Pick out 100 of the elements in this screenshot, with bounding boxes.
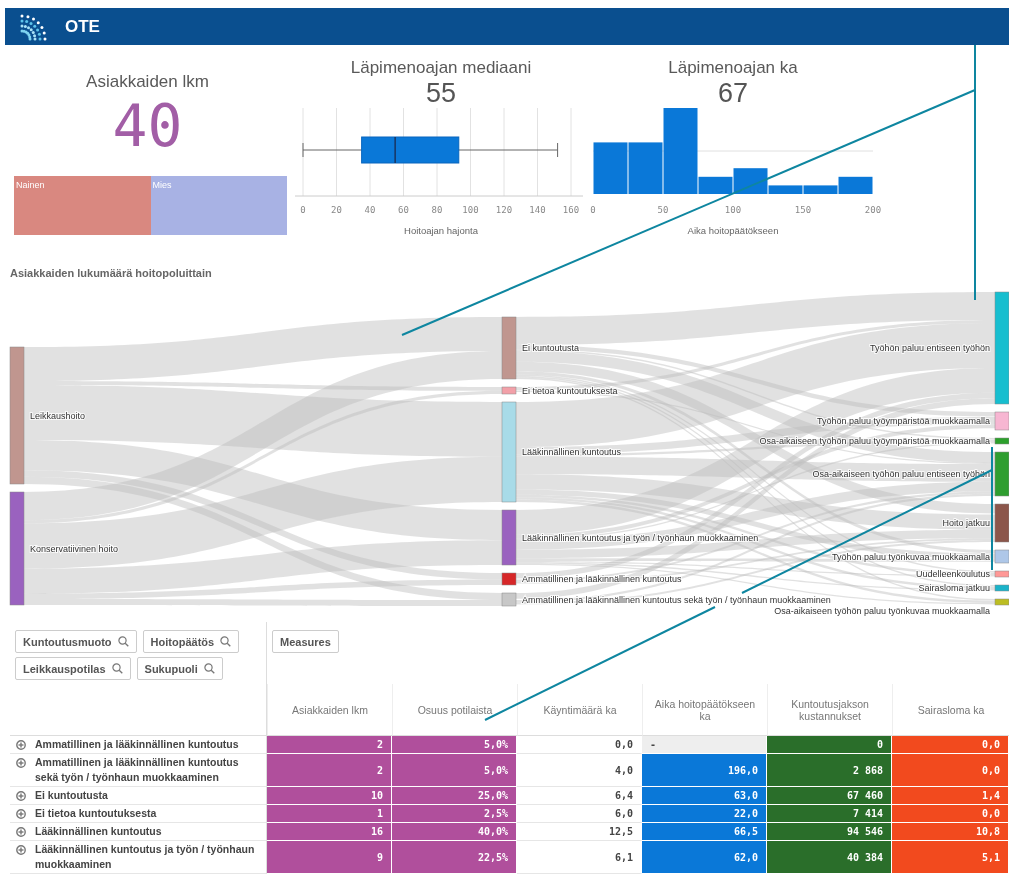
table-cell: 94 546 [767, 823, 892, 841]
node-label: Hoito jatkuu [942, 518, 990, 528]
table-cell: 5,0% [392, 736, 517, 754]
kpi-value: 40 [112, 94, 183, 158]
row-header[interactable]: Ammatillinen ja lääkinnällinen kuntoutus sekä työn / työnhaun muokkaaminen [10, 754, 267, 787]
flow-node[interactable] [501, 592, 517, 607]
table-cell: - [642, 736, 767, 754]
search-icon [111, 663, 123, 674]
node-label: Ei tietoa kuntoutuksesta [522, 385, 618, 396]
tick-label: 0 [300, 205, 306, 215]
tick-label: 140 [529, 205, 546, 215]
column-header[interactable]: Käyntimäärä ka [517, 684, 642, 736]
panel-value: 67 [717, 78, 748, 108]
table-cell: 1,4 [892, 787, 1009, 805]
tick-label: 60 [398, 205, 409, 215]
table-cell: 16 [267, 823, 392, 841]
node-label: Lääkinnällinen kuntoutus ja työn / työnhaun muokkaaminen [522, 532, 759, 543]
tick-label: 40 [364, 205, 376, 215]
flow-node[interactable] [501, 401, 517, 503]
kpi-title: Asiakkaiden lkm [86, 72, 209, 92]
table-cell: 2 [267, 736, 392, 754]
table-cell: 2,5% [392, 805, 517, 823]
flow-node[interactable] [994, 291, 1009, 405]
chart-title: Asiakkaiden lukumäärä hoitopoluittain [9, 266, 213, 281]
measures-button[interactable]: Measures [272, 630, 339, 653]
node-label: Työhön paluu työnkuvaa muokkaamalla [831, 551, 990, 562]
tick-label: 100 [724, 205, 742, 215]
panel-title: Läpimenoajan mediaani [350, 58, 532, 78]
node-label: Osa-aikaiseen työhön paluu työympäristöä muokkaamalla [759, 436, 990, 446]
search-icon [220, 636, 232, 647]
node-label: Ammatillinen ja lääkinnällinen kuntoutus sekä työn / työnhaun muokkaaminen [522, 594, 831, 605]
row-header[interactable]: Lääkinnällinen kuntoutus ja työn / työnhaun muokkaaminen [10, 841, 267, 874]
table-cell: 62,0 [642, 841, 767, 874]
flow-node[interactable] [9, 346, 25, 485]
table-cell: 196,0 [642, 754, 767, 787]
node-label: Työhön paluu entiseen työhön [869, 343, 990, 353]
table-cell: 40,0% [392, 823, 517, 841]
flow-node[interactable] [501, 572, 517, 586]
tick-label: 150 [794, 205, 812, 215]
flow-node[interactable] [994, 584, 1009, 592]
node-label: Konservatiivinen hoito [30, 543, 119, 554]
table-cell: 2 868 [767, 754, 892, 787]
table-cell: 22,5% [392, 841, 517, 874]
node-label: Osa-aikaiseen työhön paluu työnkuvaa muokkaamalla [774, 605, 990, 616]
tick-label: 100 [462, 205, 479, 215]
filter-button[interactable]: Hoitopäätös [142, 630, 240, 653]
table-cell: 67 460 [767, 787, 892, 805]
flow-node[interactable] [994, 570, 1009, 578]
flow-node[interactable] [501, 316, 517, 380]
flow-node[interactable] [994, 598, 1009, 606]
tick-label: 50 [657, 205, 669, 215]
app-title: OTE [65, 16, 100, 37]
node-label: Uudelleenkoulutus [915, 569, 990, 579]
expand-icon[interactable] [16, 740, 26, 750]
axis-title: Hoitoajan hajonta [404, 225, 478, 236]
node-label: Työhön paluu työympäristöä muokkaamalla [816, 416, 990, 426]
node-label: Ammatillinen ja lääkinnällinen kuntoutus [522, 574, 682, 584]
table-cell: 5,0% [392, 754, 517, 787]
flow-node[interactable] [501, 386, 517, 395]
flow-node[interactable] [501, 509, 517, 566]
table-cell: 2 [267, 754, 392, 787]
row-header[interactable]: Ei kuntoutusta [10, 787, 267, 805]
tick-label: 200 [864, 205, 881, 215]
node-label: Lääkinnällinen kuntoutus [522, 447, 622, 457]
search-icon [203, 663, 215, 674]
flow-node[interactable] [994, 437, 1009, 445]
table-cell: 0,0 [892, 805, 1009, 823]
row-header[interactable]: Ei tietoa kuntoutuksesta [10, 805, 267, 823]
filter-button[interactable]: Leikkauspotilas [15, 657, 131, 680]
table-cell: 40 384 [767, 841, 892, 874]
flow-node[interactable] [9, 491, 25, 606]
filter-button[interactable]: Kuntoutusmuoto [15, 630, 137, 653]
node-label: Leikkaushoito [30, 410, 86, 421]
tick-label: 20 [331, 205, 342, 215]
table-cell: 25,0% [392, 787, 517, 805]
row-header[interactable]: Lääkinnällinen kuntoutus [10, 823, 267, 841]
expand-icon[interactable] [16, 827, 26, 837]
table-cell: 63,0 [642, 787, 767, 805]
tick-label: 120 [495, 205, 513, 215]
filter-button[interactable]: Sukupuoli [136, 657, 223, 680]
table-cell: 0 [767, 736, 892, 754]
node-label: Ei kuntoutusta [522, 343, 580, 353]
expand-icon[interactable] [16, 758, 26, 768]
flow-node[interactable] [994, 549, 1009, 564]
table-cell: 10,8 [892, 823, 1009, 841]
axis-title: Aika hoitopäätökseen [687, 225, 779, 236]
row-header[interactable]: Ammatillinen ja lääkinnällinen kuntoutus [10, 736, 267, 754]
table-cell: 1 [267, 805, 392, 823]
table-cell: 9 [267, 841, 392, 874]
tick-label: 80 [431, 205, 443, 215]
panel-value: 55 [425, 78, 456, 108]
expand-icon[interactable] [16, 809, 26, 819]
expand-icon[interactable] [16, 845, 26, 855]
table-cell: 5,1 [892, 841, 1009, 874]
tick-label: 160 [562, 205, 580, 215]
search-icon [117, 636, 129, 647]
table-cell: 7 414 [767, 805, 892, 823]
table-cell: 10 [267, 787, 392, 805]
expand-icon[interactable] [16, 791, 26, 801]
table-cell: 0,0 [892, 754, 1009, 787]
